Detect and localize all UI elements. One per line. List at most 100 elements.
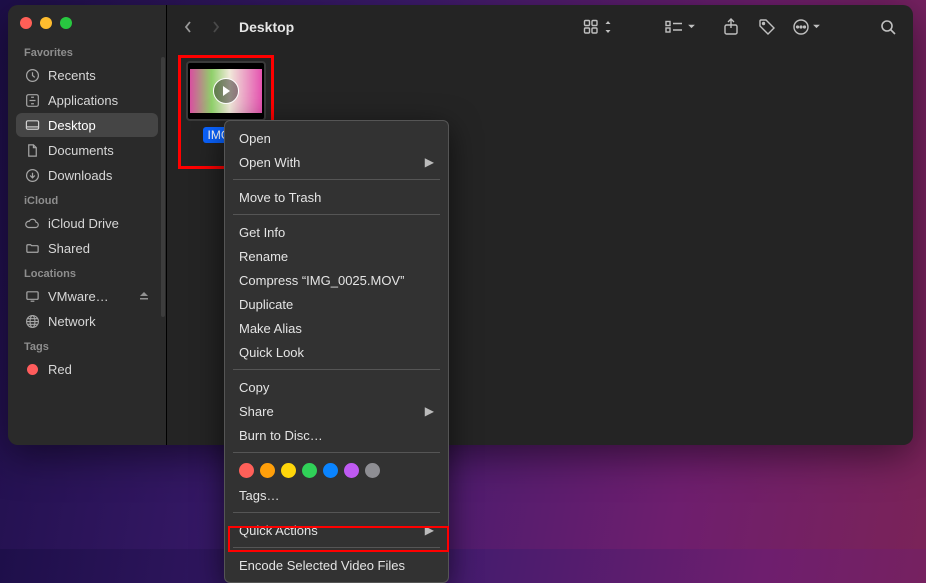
- tag-color-purple[interactable]: [344, 463, 359, 478]
- menu-item-move-to-trash[interactable]: Move to Trash: [225, 185, 448, 209]
- menu-item-label: Open With: [239, 155, 300, 170]
- sidebar-section-favorites: Favorites: [24, 47, 160, 59]
- play-icon: [213, 78, 239, 104]
- sidebar-item-downloads[interactable]: Downloads: [16, 163, 158, 187]
- sidebar-item-applications[interactable]: Applications: [16, 88, 158, 112]
- video-thumbnail[interactable]: [186, 61, 266, 121]
- chevron-down-icon: [812, 22, 821, 32]
- menu-item-burn[interactable]: Burn to Disc…: [225, 423, 448, 447]
- window-controls: [20, 17, 160, 29]
- tag-color-red[interactable]: [239, 463, 254, 478]
- menu-separator: [233, 369, 440, 370]
- sidebar-item-label: Documents: [48, 143, 114, 158]
- sidebar-item-label: Desktop: [48, 118, 96, 133]
- window-title: Desktop: [239, 19, 294, 35]
- chevron-right-icon: ▶: [425, 404, 434, 418]
- tag-color-yellow[interactable]: [281, 463, 296, 478]
- menu-item-label: Copy: [239, 380, 269, 395]
- sidebar-item-recents[interactable]: Recents: [16, 63, 158, 87]
- menu-separator: [233, 512, 440, 513]
- toolbar: Desktop: [167, 5, 913, 49]
- menu-item-label: Compress “IMG_0025.MOV”: [239, 273, 404, 288]
- context-menu: Open Open With ▶ Move to Trash Get Info R…: [224, 120, 449, 583]
- view-mode-button[interactable]: [583, 19, 613, 35]
- share-button[interactable]: [720, 16, 742, 38]
- menu-item-duplicate[interactable]: Duplicate: [225, 292, 448, 316]
- tag-color-blue[interactable]: [323, 463, 338, 478]
- sidebar-section-tags: Tags: [24, 341, 160, 353]
- menu-item-label: Get Info: [239, 225, 285, 240]
- menu-item-label: Encode Selected Video Files: [239, 558, 405, 573]
- tag-color-orange[interactable]: [260, 463, 275, 478]
- tag-dot-icon: [24, 361, 40, 377]
- sidebar-item-label: Shared: [48, 241, 90, 256]
- chevron-down-icon: [687, 22, 696, 32]
- updown-icon: [603, 20, 613, 34]
- menu-separator: [233, 452, 440, 453]
- tags-button[interactable]: [756, 16, 778, 38]
- chevron-right-icon: ▶: [425, 155, 434, 169]
- menu-item-open-with[interactable]: Open With ▶: [225, 150, 448, 174]
- display-icon: [24, 288, 40, 304]
- document-icon: [24, 142, 40, 158]
- folder-shared-icon: [24, 240, 40, 256]
- group-by-button[interactable]: [665, 20, 696, 34]
- tag-color-green[interactable]: [302, 463, 317, 478]
- desktop-icon: [24, 117, 40, 133]
- sidebar-item-label: Red: [48, 362, 72, 377]
- app-grid-icon: [24, 92, 40, 108]
- sidebar-item-shared[interactable]: Shared: [16, 236, 158, 260]
- menu-item-share[interactable]: Share ▶: [225, 399, 448, 423]
- sidebar-item-tag-red[interactable]: Red: [16, 357, 158, 381]
- menu-item-label: Quick Look: [239, 345, 304, 360]
- sidebar-item-label: Recents: [48, 68, 96, 83]
- more-button[interactable]: [792, 18, 821, 36]
- sidebar-item-documents[interactable]: Documents: [16, 138, 158, 162]
- minimize-window-button[interactable]: [40, 17, 52, 29]
- sidebar-item-icloud-drive[interactable]: iCloud Drive: [16, 211, 158, 235]
- menu-item-label: Share: [239, 404, 274, 419]
- downloads-icon: [24, 167, 40, 183]
- menu-item-encode-video[interactable]: Encode Selected Video Files: [225, 553, 448, 577]
- menu-item-label: Duplicate: [239, 297, 293, 312]
- menu-item-quick-actions[interactable]: Quick Actions ▶: [225, 518, 448, 542]
- sidebar-scrollbar[interactable]: [161, 57, 165, 317]
- menu-item-get-info[interactable]: Get Info: [225, 220, 448, 244]
- menu-item-compress[interactable]: Compress “IMG_0025.MOV”: [225, 268, 448, 292]
- close-window-button[interactable]: [20, 17, 32, 29]
- menu-item-label: Move to Trash: [239, 190, 321, 205]
- sidebar-item-label: iCloud Drive: [48, 216, 119, 231]
- menu-item-quick-look[interactable]: Quick Look: [225, 340, 448, 364]
- forward-button[interactable]: [209, 20, 223, 34]
- cloud-icon: [24, 215, 40, 231]
- sidebar: Favorites Recents Applications Desktop D…: [8, 5, 166, 445]
- menu-item-copy[interactable]: Copy: [225, 375, 448, 399]
- menu-item-label: Rename: [239, 249, 288, 264]
- sidebar-section-icloud: iCloud: [24, 195, 160, 207]
- chevron-right-icon: ▶: [425, 523, 434, 537]
- menu-item-tags[interactable]: Tags…: [225, 483, 448, 507]
- clock-icon: [24, 67, 40, 83]
- eject-icon[interactable]: [138, 290, 150, 302]
- globe-icon: [24, 313, 40, 329]
- menu-tag-colors: [225, 458, 448, 483]
- menu-separator: [233, 179, 440, 180]
- sidebar-item-label: VMware…: [48, 289, 109, 304]
- tag-color-gray[interactable]: [365, 463, 380, 478]
- sidebar-item-network[interactable]: Network: [16, 309, 158, 333]
- sidebar-item-label: Applications: [48, 93, 118, 108]
- menu-item-rename[interactable]: Rename: [225, 244, 448, 268]
- search-button[interactable]: [877, 16, 899, 38]
- back-button[interactable]: [181, 20, 195, 34]
- menu-item-label: Burn to Disc…: [239, 428, 323, 443]
- sidebar-item-vmware[interactable]: VMware…: [16, 284, 158, 308]
- menu-item-open[interactable]: Open: [225, 126, 448, 150]
- menu-item-label: Quick Actions: [239, 523, 318, 538]
- zoom-window-button[interactable]: [60, 17, 72, 29]
- menu-item-label: Open: [239, 131, 271, 146]
- sidebar-item-label: Network: [48, 314, 96, 329]
- menu-item-make-alias[interactable]: Make Alias: [225, 316, 448, 340]
- finder-window: Favorites Recents Applications Desktop D…: [8, 5, 913, 445]
- sidebar-section-locations: Locations: [24, 268, 160, 280]
- sidebar-item-desktop[interactable]: Desktop: [16, 113, 158, 137]
